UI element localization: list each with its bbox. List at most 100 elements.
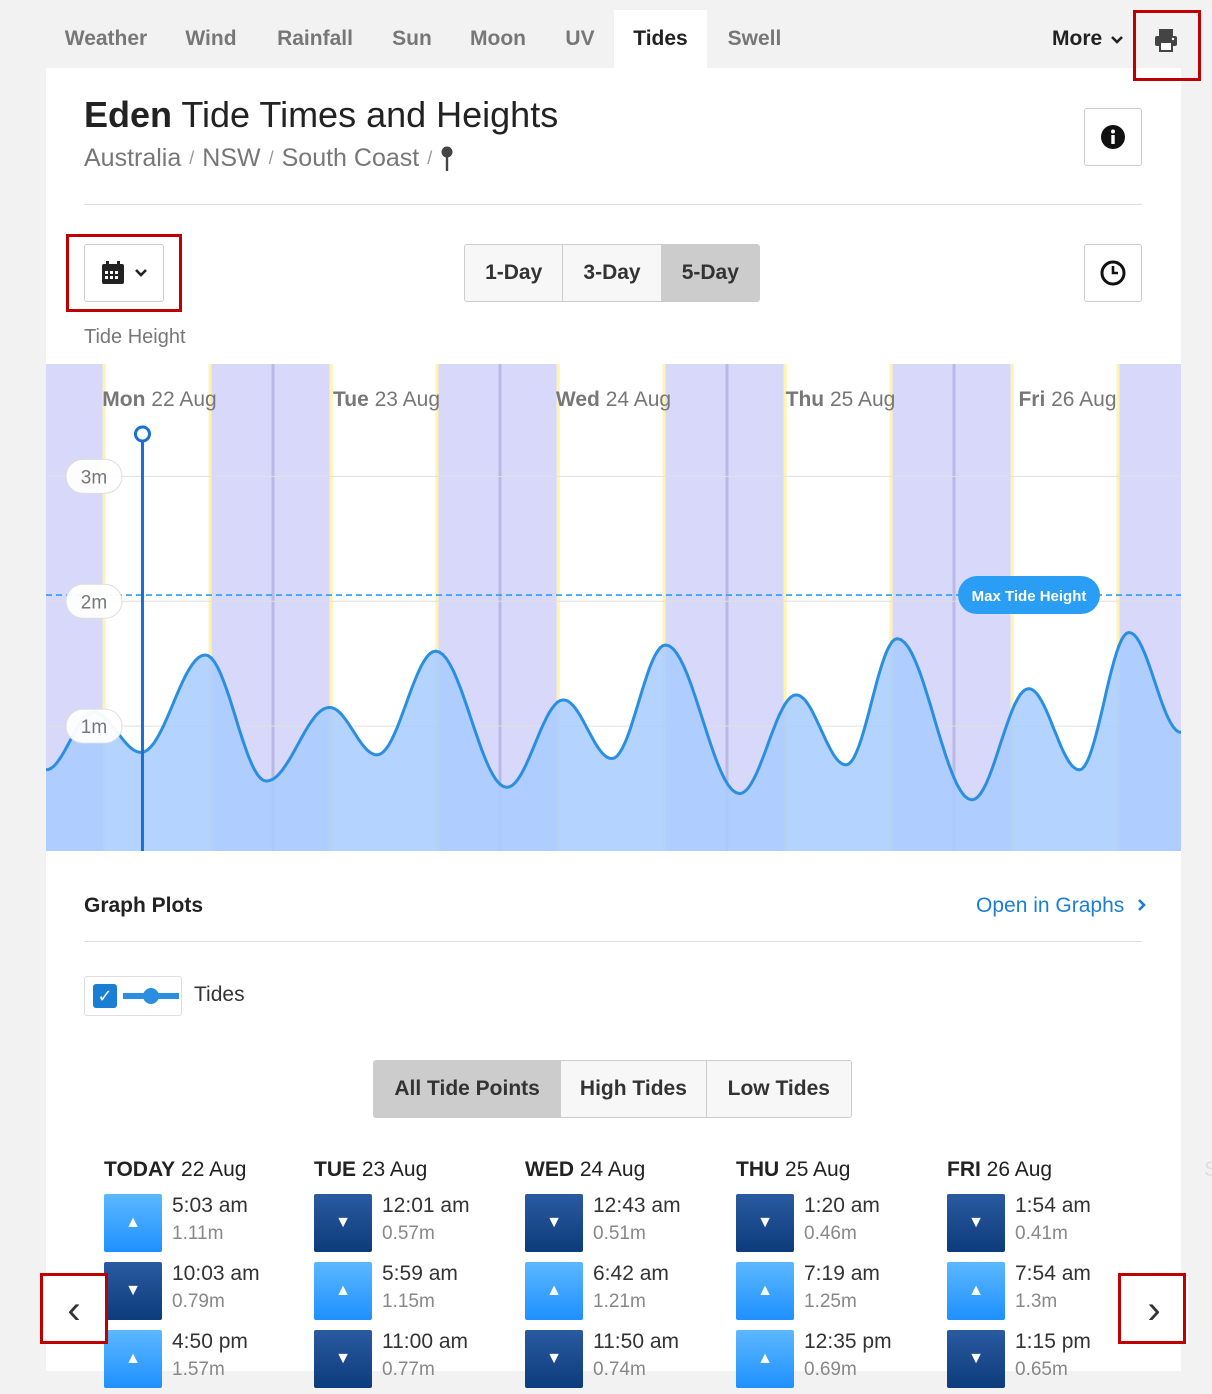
highlight-calendar bbox=[66, 234, 182, 312]
day-of-week: TUE bbox=[314, 1158, 356, 1181]
tide-time: 1:15 pm bbox=[1015, 1330, 1091, 1354]
day-header: TUE 23 Aug bbox=[314, 1158, 514, 1190]
tab-uv[interactable]: UV bbox=[546, 10, 614, 68]
tab-swell[interactable]: Swell bbox=[707, 10, 802, 68]
divider bbox=[84, 204, 1142, 205]
tide-height: 0.57m bbox=[382, 1223, 435, 1245]
tide-point[interactable]: ▼ 10:03 am 0.79m bbox=[104, 1258, 304, 1326]
divider bbox=[84, 941, 1142, 942]
day-date: 22 Aug bbox=[181, 1158, 246, 1181]
tide-time: 7:19 am bbox=[804, 1262, 880, 1286]
tide-point[interactable]: ▼ 12:01 am 0.57m bbox=[314, 1190, 514, 1258]
tab-moon[interactable]: Moon bbox=[450, 10, 546, 68]
highlight-next bbox=[1118, 1273, 1186, 1344]
day-column: FRI 26 Aug ▼ 1:54 am 0.41m ▲ 7:54 am 1.3… bbox=[947, 1158, 1147, 1394]
day-date: 25 Aug bbox=[785, 1158, 850, 1181]
highlight-print bbox=[1133, 10, 1201, 81]
now-marker-handle bbox=[135, 427, 149, 441]
tide-point[interactable]: ▼ 1:20 am 0.46m bbox=[736, 1190, 936, 1258]
filter-low-tides[interactable]: Low Tides bbox=[707, 1061, 851, 1117]
chart-ylabel: Tide Height bbox=[84, 326, 186, 349]
tide-point[interactable]: ▼ 1:15 pm 0.65m bbox=[947, 1326, 1147, 1394]
tide-height: 1.15m bbox=[382, 1291, 435, 1313]
low-tide-arrow-icon: ▼ bbox=[104, 1262, 162, 1320]
day-label: Wed 24 Aug bbox=[556, 388, 671, 411]
tide-time: 4:50 pm bbox=[172, 1330, 248, 1354]
high-tide-arrow-icon: ▲ bbox=[104, 1194, 162, 1252]
next-day-header-partial: SA bbox=[1204, 1158, 1212, 1182]
tide-point[interactable]: ▲ 5:59 am 1.15m bbox=[314, 1258, 514, 1326]
day-column: WED 24 Aug ▼ 12:43 am 0.51m ▲ 6:42 am 1.… bbox=[525, 1158, 725, 1394]
tide-chart[interactable]: Max Tide Height3m2m1mMon 22 AugTue 23 Au… bbox=[46, 364, 1181, 851]
tide-point[interactable]: ▲ 6:42 am 1.21m bbox=[525, 1258, 725, 1326]
highlight-prev bbox=[40, 1273, 108, 1344]
day-label: Thu 25 Aug bbox=[786, 388, 896, 411]
breadcrumb-australia[interactable]: Australia bbox=[84, 144, 181, 173]
location-name: Eden bbox=[84, 94, 172, 135]
tide-point[interactable]: ▼ 1:54 am 0.41m bbox=[947, 1190, 1147, 1258]
tab-rainfall[interactable]: Rainfall bbox=[256, 10, 374, 68]
low-tide-arrow-icon: ▼ bbox=[525, 1194, 583, 1252]
time-button[interactable] bbox=[1084, 244, 1142, 302]
tide-time: 5:03 am bbox=[172, 1194, 248, 1218]
filter-all-tide-points[interactable]: All Tide Points bbox=[374, 1061, 561, 1117]
breadcrumb-sep: / bbox=[189, 148, 194, 169]
tide-height: 0.41m bbox=[1015, 1223, 1068, 1245]
tide-point[interactable]: ▲ 5:03 am 1.11m bbox=[104, 1190, 304, 1258]
low-tide-arrow-icon: ▼ bbox=[314, 1194, 372, 1252]
more-menu[interactable]: More bbox=[1052, 10, 1124, 68]
tide-card: Eden Tide Times and Heights Australia / N… bbox=[46, 68, 1181, 1371]
breadcrumb-sep: / bbox=[269, 148, 274, 169]
low-tide-arrow-icon: ▼ bbox=[947, 1330, 1005, 1388]
tab-weather[interactable]: Weather bbox=[46, 10, 166, 68]
high-tide-arrow-icon: ▲ bbox=[947, 1262, 1005, 1320]
tide-point[interactable]: ▼ 11:50 am 0.74m bbox=[525, 1326, 725, 1394]
tide-height: 1.3m bbox=[1015, 1291, 1057, 1313]
day-header: FRI 26 Aug bbox=[947, 1158, 1147, 1190]
y-tick-label: 3m bbox=[81, 467, 107, 488]
range-5-day[interactable]: 5-Day bbox=[662, 245, 759, 301]
day-label: Mon 22 Aug bbox=[102, 388, 216, 411]
range-3-day[interactable]: 3-Day bbox=[563, 245, 661, 301]
tide-height: 0.69m bbox=[804, 1359, 857, 1381]
tide-height: 0.51m bbox=[593, 1223, 646, 1245]
tide-time: 12:01 am bbox=[382, 1194, 470, 1218]
day-label: Tue 23 Aug bbox=[333, 388, 440, 411]
open-in-graphs-link[interactable]: Open in Graphs bbox=[976, 894, 1148, 918]
tide-height: 0.65m bbox=[1015, 1359, 1068, 1381]
tides-plot-toggle[interactable]: ✓ bbox=[84, 976, 182, 1016]
clock-icon bbox=[1100, 260, 1126, 286]
tide-height: 0.74m bbox=[593, 1359, 646, 1381]
tab-sun[interactable]: Sun bbox=[374, 10, 450, 68]
breadcrumb-nsw[interactable]: NSW bbox=[202, 144, 260, 173]
tide-point[interactable]: ▲ 4:50 pm 1.57m bbox=[104, 1326, 304, 1394]
tide-height: 0.77m bbox=[382, 1359, 435, 1381]
tab-tides[interactable]: Tides bbox=[614, 10, 707, 68]
tide-point[interactable]: ▲ 12:35 pm 0.69m bbox=[736, 1326, 936, 1394]
tide-height: 0.79m bbox=[172, 1291, 225, 1313]
low-tide-arrow-icon: ▼ bbox=[525, 1330, 583, 1388]
range-1-day[interactable]: 1-Day bbox=[465, 245, 563, 301]
map-pin-icon[interactable] bbox=[440, 146, 454, 172]
tab-wind[interactable]: Wind bbox=[166, 10, 256, 68]
high-tide-arrow-icon: ▲ bbox=[314, 1262, 372, 1320]
tide-height: 0.46m bbox=[804, 1223, 857, 1245]
tide-point[interactable]: ▼ 11:00 am 0.77m bbox=[314, 1326, 514, 1394]
tide-time: 1:20 am bbox=[804, 1194, 880, 1218]
tide-time: 12:43 am bbox=[593, 1194, 681, 1218]
tide-height: 1.57m bbox=[172, 1359, 225, 1381]
title-suffix: Tide Times and Heights bbox=[172, 94, 558, 135]
filter-high-tides[interactable]: High Tides bbox=[561, 1061, 706, 1117]
breadcrumb-south-coast[interactable]: South Coast bbox=[282, 144, 420, 173]
info-button[interactable] bbox=[1084, 108, 1142, 166]
low-tide-arrow-icon: ▼ bbox=[736, 1194, 794, 1252]
tide-point[interactable]: ▲ 7:19 am 1.25m bbox=[736, 1258, 936, 1326]
tide-time: 5:59 am bbox=[382, 1262, 458, 1286]
day-header: TODAY 22 Aug bbox=[104, 1158, 304, 1190]
tide-point[interactable]: ▼ 12:43 am 0.51m bbox=[525, 1190, 725, 1258]
checkbox-checked-icon[interactable]: ✓ bbox=[93, 984, 117, 1008]
open-in-graphs-label: Open in Graphs bbox=[976, 894, 1124, 917]
tide-filter: All Tide Points High Tides Low Tides bbox=[373, 1060, 852, 1118]
day-of-week: THU bbox=[736, 1158, 779, 1181]
tide-point[interactable]: ▲ 7:54 am 1.3m bbox=[947, 1258, 1147, 1326]
